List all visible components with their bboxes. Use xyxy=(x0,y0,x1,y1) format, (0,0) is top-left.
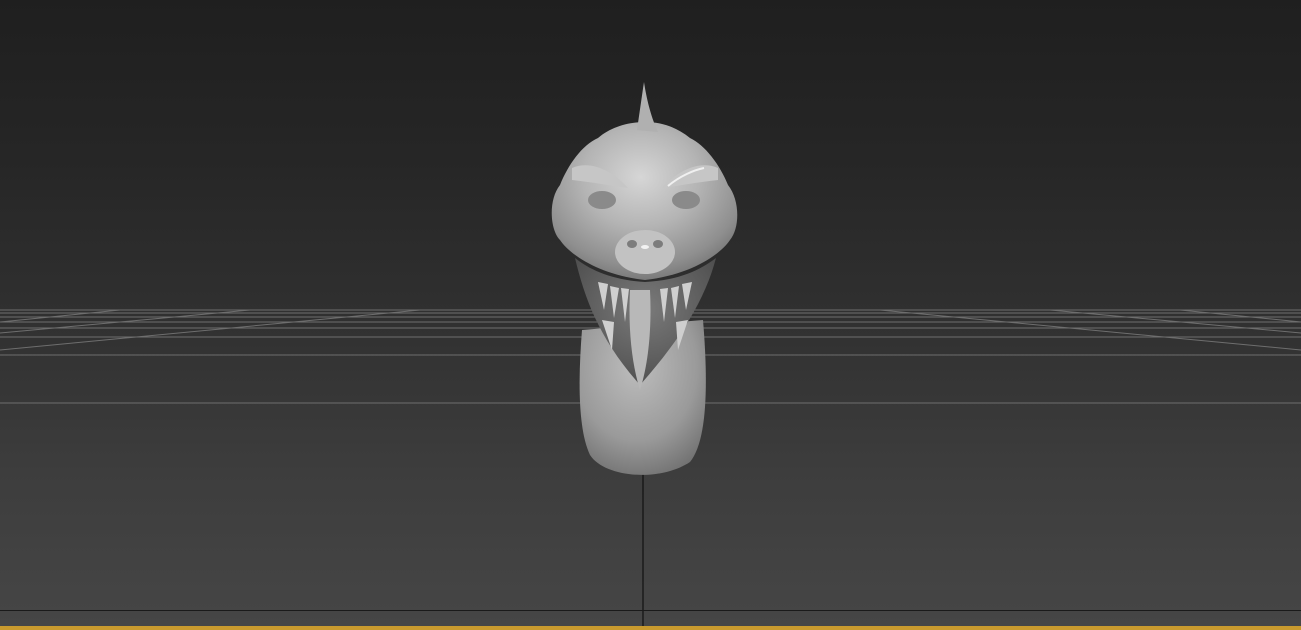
creature-head-model[interactable] xyxy=(551,82,738,475)
snout xyxy=(615,230,675,274)
right-nostril xyxy=(653,240,663,248)
viewport-scene[interactable] xyxy=(0,0,1301,630)
grid-line xyxy=(0,309,121,323)
snout-highlight xyxy=(641,245,649,249)
left-eye xyxy=(588,191,616,209)
viewport-ground-edge xyxy=(0,610,1301,611)
right-eye xyxy=(672,191,700,209)
left-nostril xyxy=(627,240,637,248)
3d-viewport[interactable] xyxy=(0,0,1301,630)
active-viewport-border xyxy=(0,626,1301,630)
grid-line xyxy=(1179,309,1301,323)
